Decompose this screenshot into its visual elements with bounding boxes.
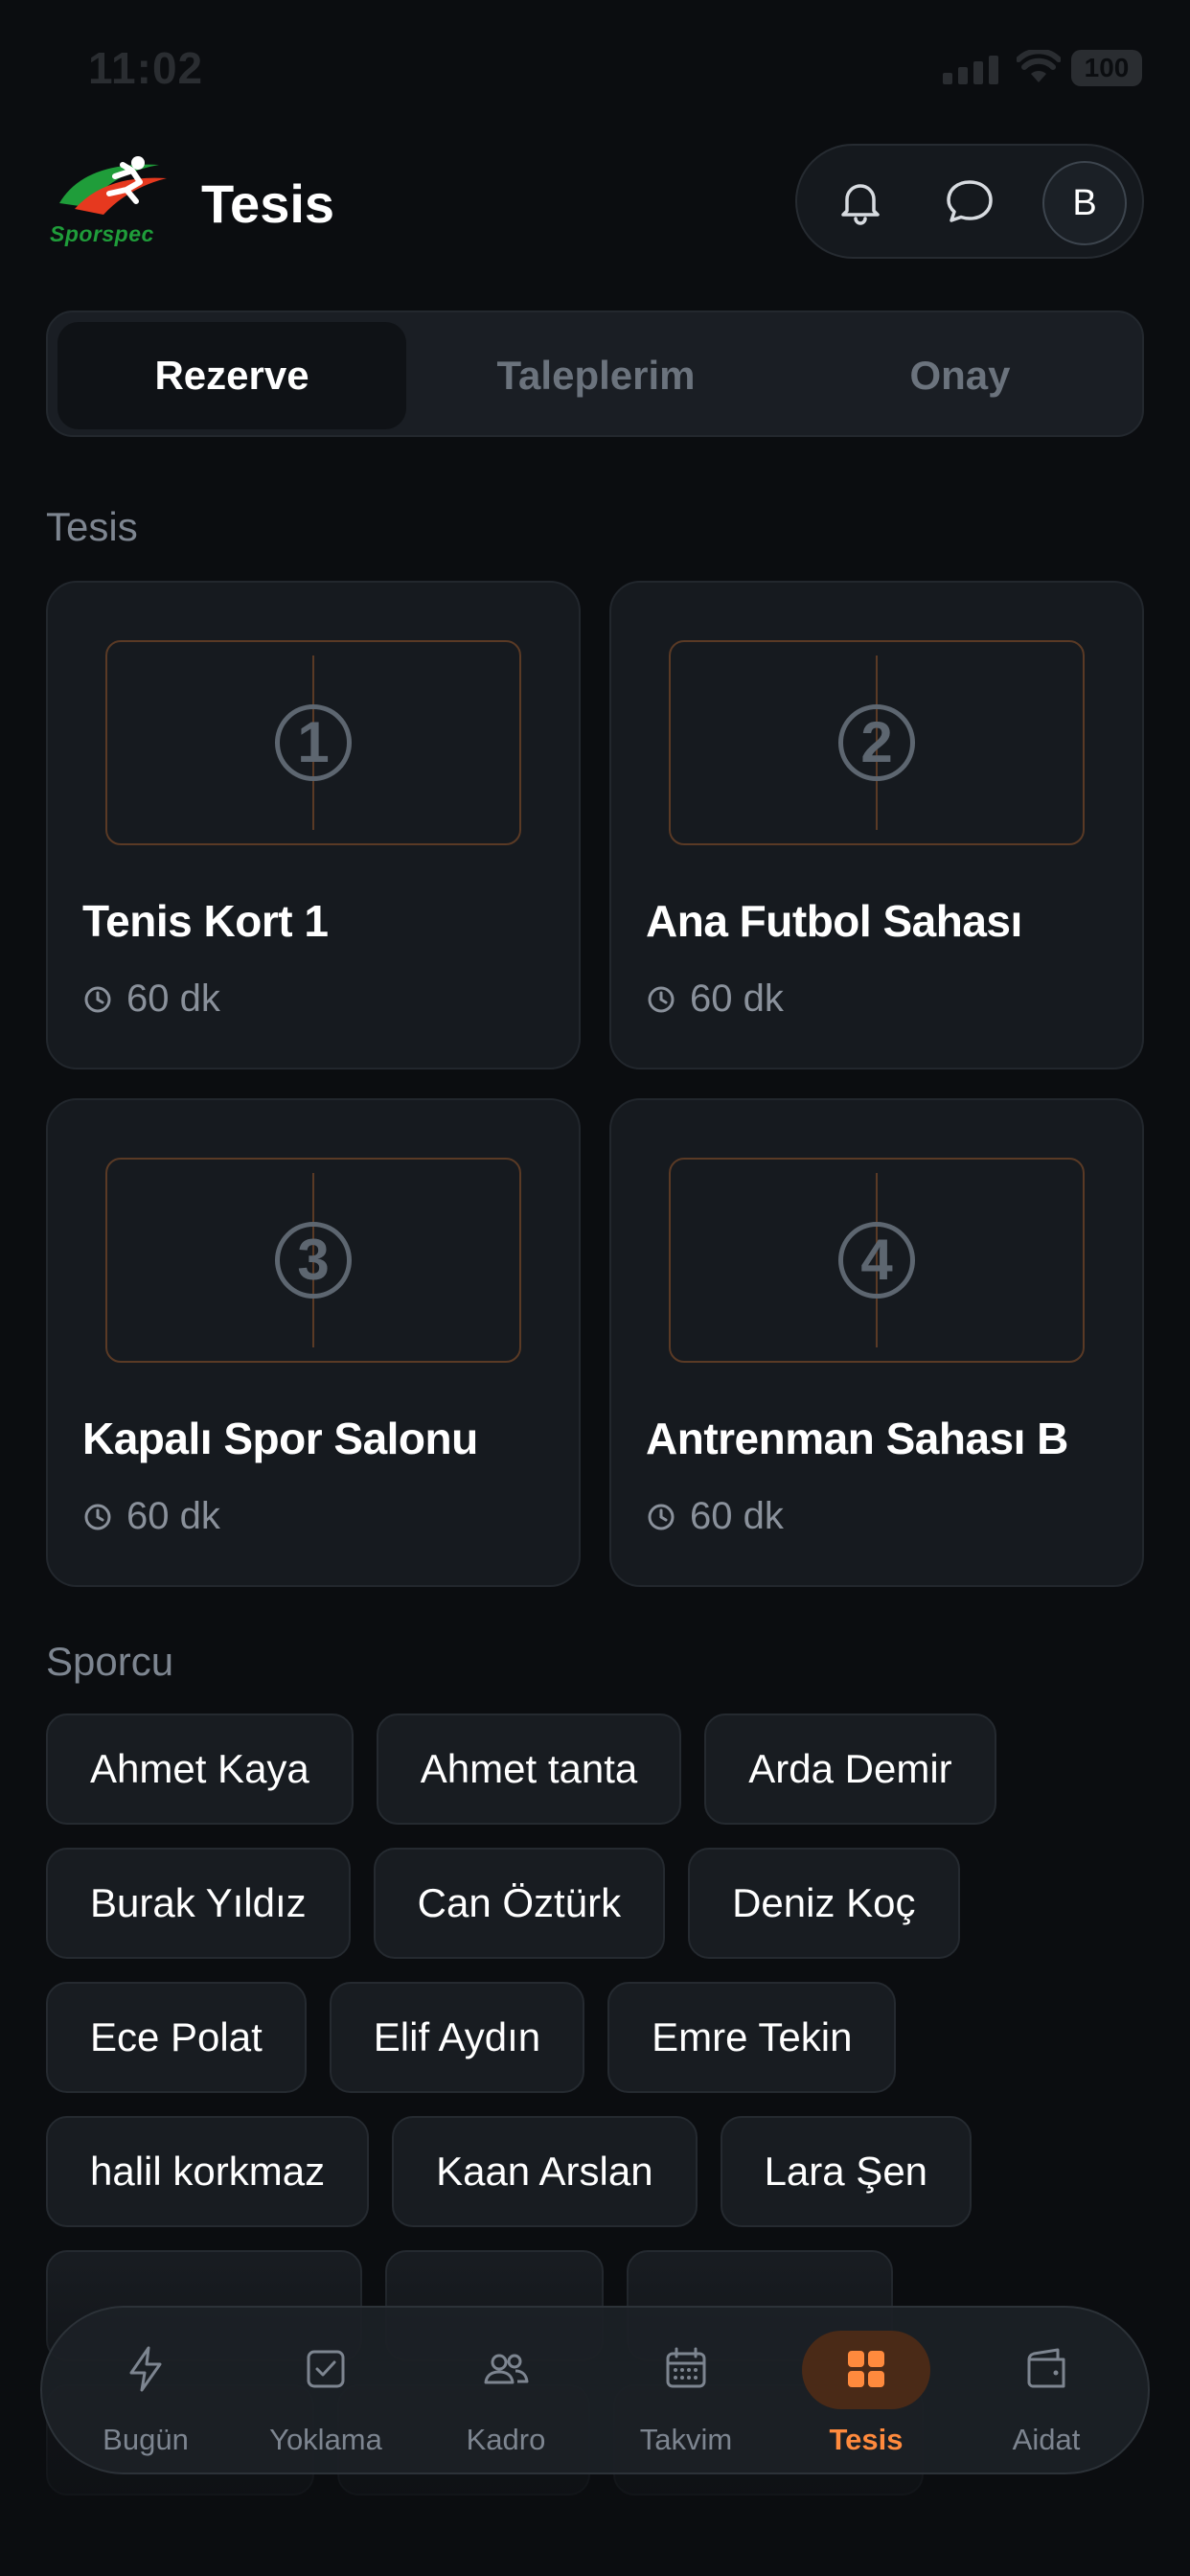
field-illustration: 2 bbox=[669, 640, 1085, 845]
facility-number-badge: 4 bbox=[838, 1222, 915, 1299]
nav-item-tesis[interactable]: Tesis bbox=[776, 2308, 956, 2476]
nav-item-aidat[interactable]: Aidat bbox=[956, 2308, 1136, 2476]
nav-item-takvim[interactable]: Takvim bbox=[596, 2308, 776, 2476]
nav-item-yoklama[interactable]: Yoklama bbox=[236, 2308, 416, 2476]
athlete-chip[interactable]: Elif Aydın bbox=[329, 1982, 585, 2093]
athlete-chip[interactable]: Ece Polat bbox=[46, 1982, 307, 2093]
tab-onay[interactable]: Onay bbox=[786, 322, 1134, 429]
athlete-chip[interactable]: Lara Şen bbox=[720, 2116, 973, 2227]
field-illustration: 3 bbox=[105, 1158, 521, 1363]
clock-icon bbox=[84, 1504, 111, 1530]
chat-icon[interactable] bbox=[943, 174, 996, 228]
page-title: Tesis bbox=[201, 173, 335, 234]
facility-card[interactable]: 4 Antrenman Sahası B 60 dk bbox=[609, 1098, 1144, 1587]
duration-label: 60 dk bbox=[690, 1495, 784, 1537]
checkbox-icon bbox=[307, 2350, 345, 2388]
athlete-chip[interactable]: Ahmet tanta bbox=[376, 1714, 682, 1825]
facility-name: Ana Futbol Sahası bbox=[646, 896, 1022, 946]
facility-duration: 60 dk bbox=[646, 1495, 784, 1538]
facility-section-title: Tesis bbox=[46, 504, 138, 549]
field-illustration: 4 bbox=[669, 1158, 1085, 1363]
athlete-chip[interactable]: Kaan Arslan bbox=[392, 2116, 698, 2227]
athlete-section-title: Sporcu bbox=[46, 1639, 174, 1684]
sporspec-logo: Sporspec bbox=[46, 153, 180, 249]
nav-label: Takvim bbox=[639, 2423, 733, 2456]
app-header: Sporspec Tesis B bbox=[46, 144, 1144, 268]
facility-duration: 60 dk bbox=[82, 978, 220, 1021]
status-time: 11:02 bbox=[88, 43, 204, 93]
duration-label: 60 dk bbox=[690, 978, 784, 1020]
battery-indicator: 100 bbox=[1071, 50, 1142, 86]
duration-label: 60 dk bbox=[126, 978, 220, 1020]
facility-name: Kapalı Spor Salonu bbox=[82, 1414, 478, 1463]
logo-text: Sporspec bbox=[50, 221, 154, 246]
users-icon bbox=[484, 2354, 529, 2384]
tab-taleplerim[interactable]: Taleplerim bbox=[422, 322, 770, 429]
bolt-icon bbox=[129, 2346, 162, 2392]
facility-number-badge: 2 bbox=[838, 704, 915, 781]
avatar[interactable]: B bbox=[1042, 161, 1127, 245]
facility-card[interactable]: 1 Tenis Kort 1 60 dk bbox=[46, 581, 581, 1070]
grid-icon bbox=[848, 2351, 884, 2387]
athlete-chip[interactable]: halil korkmaz bbox=[46, 2116, 370, 2227]
segmented-tabs: Rezerve Taleplerim Onay bbox=[46, 310, 1144, 437]
athlete-chip[interactable]: Ahmet Kaya bbox=[46, 1714, 354, 1825]
facility-name: Tenis Kort 1 bbox=[82, 896, 329, 946]
bell-icon[interactable] bbox=[834, 174, 887, 228]
facility-name: Antrenman Sahası B bbox=[646, 1414, 1068, 1463]
athlete-chip[interactable]: Can Öztürk bbox=[373, 1848, 666, 1959]
facility-duration: 60 dk bbox=[646, 978, 784, 1021]
facility-card[interactable]: 2 Ana Futbol Sahası 60 dk bbox=[609, 581, 1144, 1070]
clock-icon bbox=[84, 986, 111, 1012]
bottom-nav: Bugün Yoklama Kadro Takvim Tesis Aidat bbox=[40, 2306, 1150, 2474]
facility-card[interactable]: 3 Kapalı Spor Salonu 60 dk bbox=[46, 1098, 581, 1587]
athlete-chip[interactable]: Burak Yıldız bbox=[46, 1848, 351, 1959]
signal-icon bbox=[943, 56, 998, 84]
nav-item-kadro[interactable]: Kadro bbox=[416, 2308, 596, 2476]
athlete-chip[interactable]: Deniz Koç bbox=[688, 1848, 960, 1959]
tab-rezerve[interactable]: Rezerve bbox=[57, 322, 406, 429]
athlete-chip[interactable]: Emre Tekin bbox=[607, 1982, 897, 2093]
facility-duration: 60 dk bbox=[82, 1495, 220, 1538]
calendar-icon bbox=[666, 2347, 706, 2388]
nav-label: Bugün bbox=[103, 2423, 189, 2456]
header-actions: B bbox=[795, 144, 1144, 259]
clock-icon bbox=[648, 1504, 675, 1530]
runner-logo-icon bbox=[59, 156, 167, 215]
nav-label: Yoklama bbox=[269, 2423, 382, 2456]
nav-label: Kadro bbox=[466, 2423, 546, 2456]
nav-label: Aidat bbox=[1012, 2423, 1081, 2456]
wallet-icon bbox=[1027, 2348, 1065, 2388]
nav-item-bugun[interactable]: Bugün bbox=[56, 2308, 236, 2476]
status-bar: 11:02 100 bbox=[0, 0, 1190, 134]
facility-number-badge: 1 bbox=[275, 704, 352, 781]
clock-icon bbox=[648, 986, 675, 1012]
wifi-icon bbox=[1017, 50, 1061, 82]
duration-label: 60 dk bbox=[126, 1495, 220, 1537]
athlete-chip[interactable]: Arda Demir bbox=[704, 1714, 996, 1825]
facility-number-badge: 3 bbox=[275, 1222, 352, 1299]
nav-label: Tesis bbox=[829, 2423, 904, 2456]
field-illustration: 1 bbox=[105, 640, 521, 845]
